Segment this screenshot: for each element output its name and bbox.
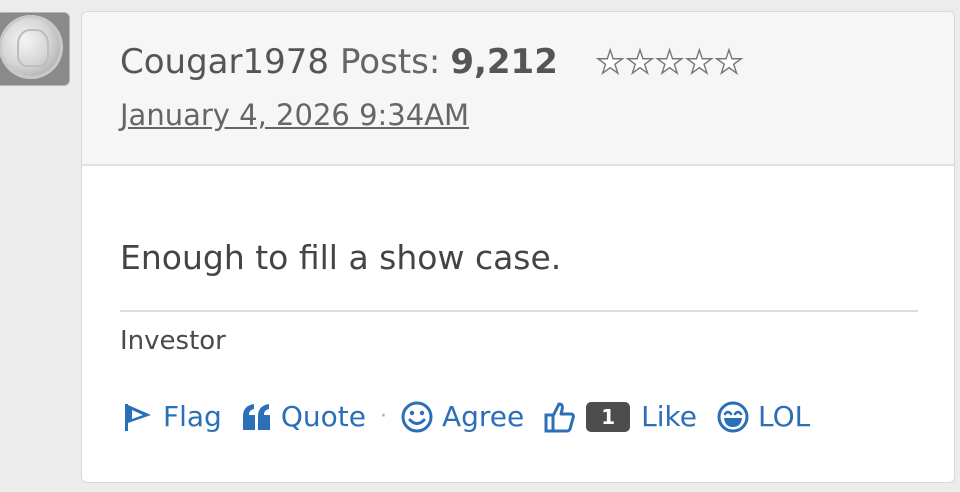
lol-icon [717, 401, 749, 432]
reaction-separator: · [379, 404, 387, 429]
coin-avatar-image [0, 15, 63, 79]
flag-label: Flag [163, 400, 222, 433]
posts-label: Posts: [340, 42, 441, 82]
flag-button[interactable]: Flag [122, 400, 222, 433]
like-label: Like [641, 400, 697, 433]
posts-count: 9,212 [450, 42, 558, 82]
thumbs-up-icon [544, 402, 576, 432]
like-button[interactable]: 1 Like [544, 400, 697, 433]
avatar[interactable] [0, 12, 70, 86]
quote-icon [242, 403, 270, 430]
agree-label: Agree [441, 400, 525, 433]
rank-stars-icon: ★★★★★ [595, 42, 745, 81]
comment-header: Cougar1978 Posts: 9,212 ★★★★★ January 4,… [82, 12, 954, 166]
lol-label: LOL [757, 400, 811, 433]
lol-button[interactable]: LOL [717, 400, 810, 433]
agree-icon [401, 401, 433, 432]
author-name[interactable]: Cougar1978 [120, 42, 329, 82]
quote-button[interactable]: Quote [242, 400, 366, 433]
comment-body: Enough to fill a show case. [120, 238, 562, 277]
comment-card: Cougar1978 Posts: 9,212 ★★★★★ January 4,… [81, 11, 955, 483]
user-signature: Investor [120, 326, 226, 356]
author-line: Cougar1978 Posts: 9,212 ★★★★★ [120, 42, 744, 82]
like-count-badge: 1 [586, 401, 631, 432]
flag-icon [125, 403, 151, 431]
agree-button[interactable]: Agree [401, 400, 524, 433]
signature-divider [120, 310, 918, 312]
quote-label: Quote [280, 400, 366, 433]
reaction-bar: Flag Quote · Agree 1 Like LOL [122, 400, 810, 433]
post-date-link[interactable]: January 4, 2026 9:34AM [120, 98, 469, 132]
